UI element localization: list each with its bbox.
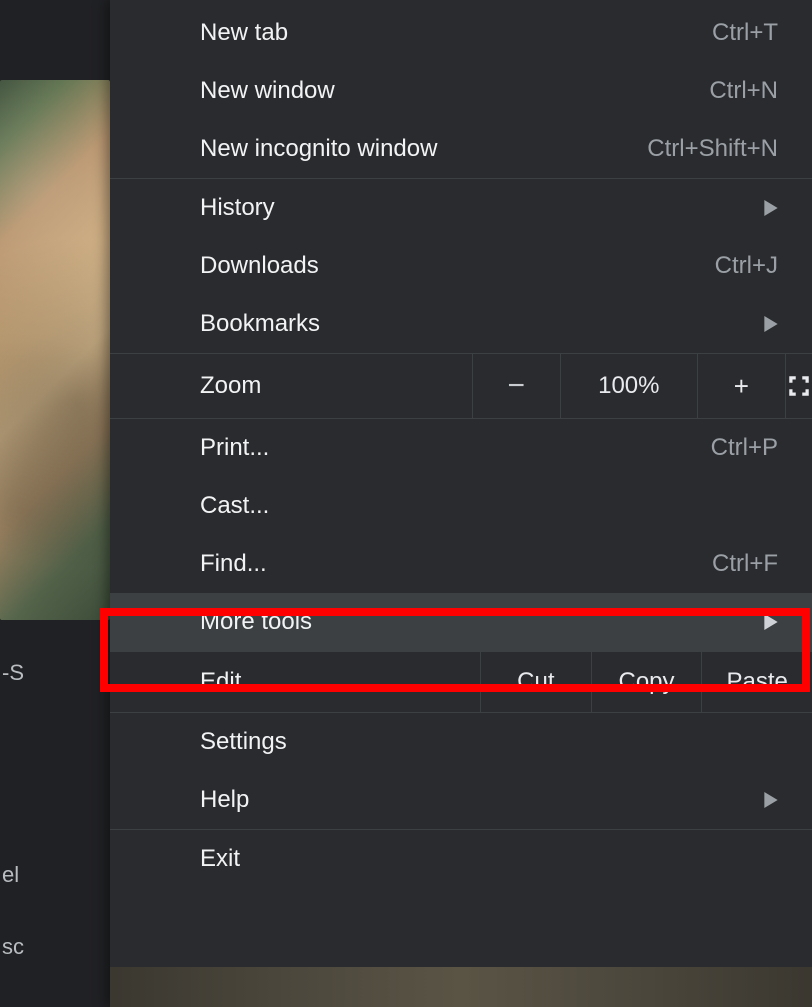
menu-item-new-incognito-window[interactable]: New incognito window Ctrl+Shift+N — [110, 120, 812, 178]
submenu-arrow-icon — [764, 316, 778, 332]
browser-context-menu: New tab Ctrl+T New window Ctrl+N New inc… — [110, 0, 812, 1007]
menu-label: Cast... — [200, 492, 269, 520]
fullscreen-icon — [786, 373, 812, 399]
edit-copy-button[interactable]: Copy — [591, 652, 702, 712]
menu-item-cast[interactable]: Cast... — [110, 477, 812, 535]
edit-label: Edit — [110, 652, 480, 712]
menu-shortcut: Ctrl+Shift+N — [647, 135, 778, 163]
sidebar-text-sc: sc — [0, 934, 50, 960]
menu-item-print[interactable]: Print... Ctrl+P — [110, 419, 812, 477]
bottom-image-strip — [110, 967, 812, 1007]
submenu-arrow-icon — [764, 792, 778, 808]
menu-item-help[interactable]: Help — [110, 771, 812, 829]
zoom-in-button[interactable]: + — [697, 354, 785, 418]
menu-shortcut: Ctrl+F — [712, 550, 778, 578]
menu-label: Print... — [200, 434, 269, 462]
menu-item-zoom: Zoom − 100% + — [110, 354, 812, 418]
left-sidebar: -S el sc — [0, 0, 110, 1007]
zoom-label: Zoom — [110, 354, 472, 418]
app-stage: -S el sc New tab Ctrl+T New window Ctrl+… — [0, 0, 812, 1007]
submenu-arrow-icon — [764, 614, 778, 630]
menu-item-find[interactable]: Find... Ctrl+F — [110, 535, 812, 593]
menu-shortcut: Ctrl+P — [711, 434, 778, 462]
menu-item-settings[interactable]: Settings — [110, 713, 812, 771]
menu-label: New tab — [200, 19, 288, 47]
menu-item-exit[interactable]: Exit — [110, 830, 812, 888]
submenu-arrow-icon — [764, 200, 778, 216]
menu-shortcut: Ctrl+T — [712, 19, 778, 47]
menu-item-bookmarks[interactable]: Bookmarks — [110, 295, 812, 353]
thumbnail-image — [0, 80, 110, 620]
edit-paste-button[interactable]: Paste — [701, 652, 812, 712]
menu-label: More tools — [200, 608, 312, 636]
menu-label: New window — [200, 77, 335, 105]
edit-cut-button[interactable]: Cut — [480, 652, 591, 712]
menu-label: Find... — [200, 550, 267, 578]
menu-item-new-window[interactable]: New window Ctrl+N — [110, 62, 812, 120]
menu-label: Settings — [200, 728, 287, 756]
menu-label: Exit — [200, 845, 240, 873]
sidebar-text-s: -S — [0, 660, 50, 686]
menu-item-history[interactable]: History — [110, 179, 812, 237]
sidebar-text-el: el — [0, 862, 50, 888]
zoom-out-button[interactable]: − — [472, 354, 560, 418]
menu-label: New incognito window — [200, 135, 437, 163]
fullscreen-button[interactable] — [785, 354, 812, 418]
menu-item-downloads[interactable]: Downloads Ctrl+J — [110, 237, 812, 295]
menu-item-edit: Edit Cut Copy Paste — [110, 652, 812, 712]
menu-item-more-tools[interactable]: More tools — [110, 593, 812, 651]
menu-label: Help — [200, 786, 249, 814]
menu-item-new-tab[interactable]: New tab Ctrl+T — [110, 4, 812, 62]
zoom-level: 100% — [560, 354, 697, 418]
menu-label: Downloads — [200, 252, 319, 280]
menu-shortcut: Ctrl+J — [715, 252, 778, 280]
menu-label: Bookmarks — [200, 310, 320, 338]
menu-label: History — [200, 194, 275, 222]
menu-shortcut: Ctrl+N — [709, 77, 778, 105]
